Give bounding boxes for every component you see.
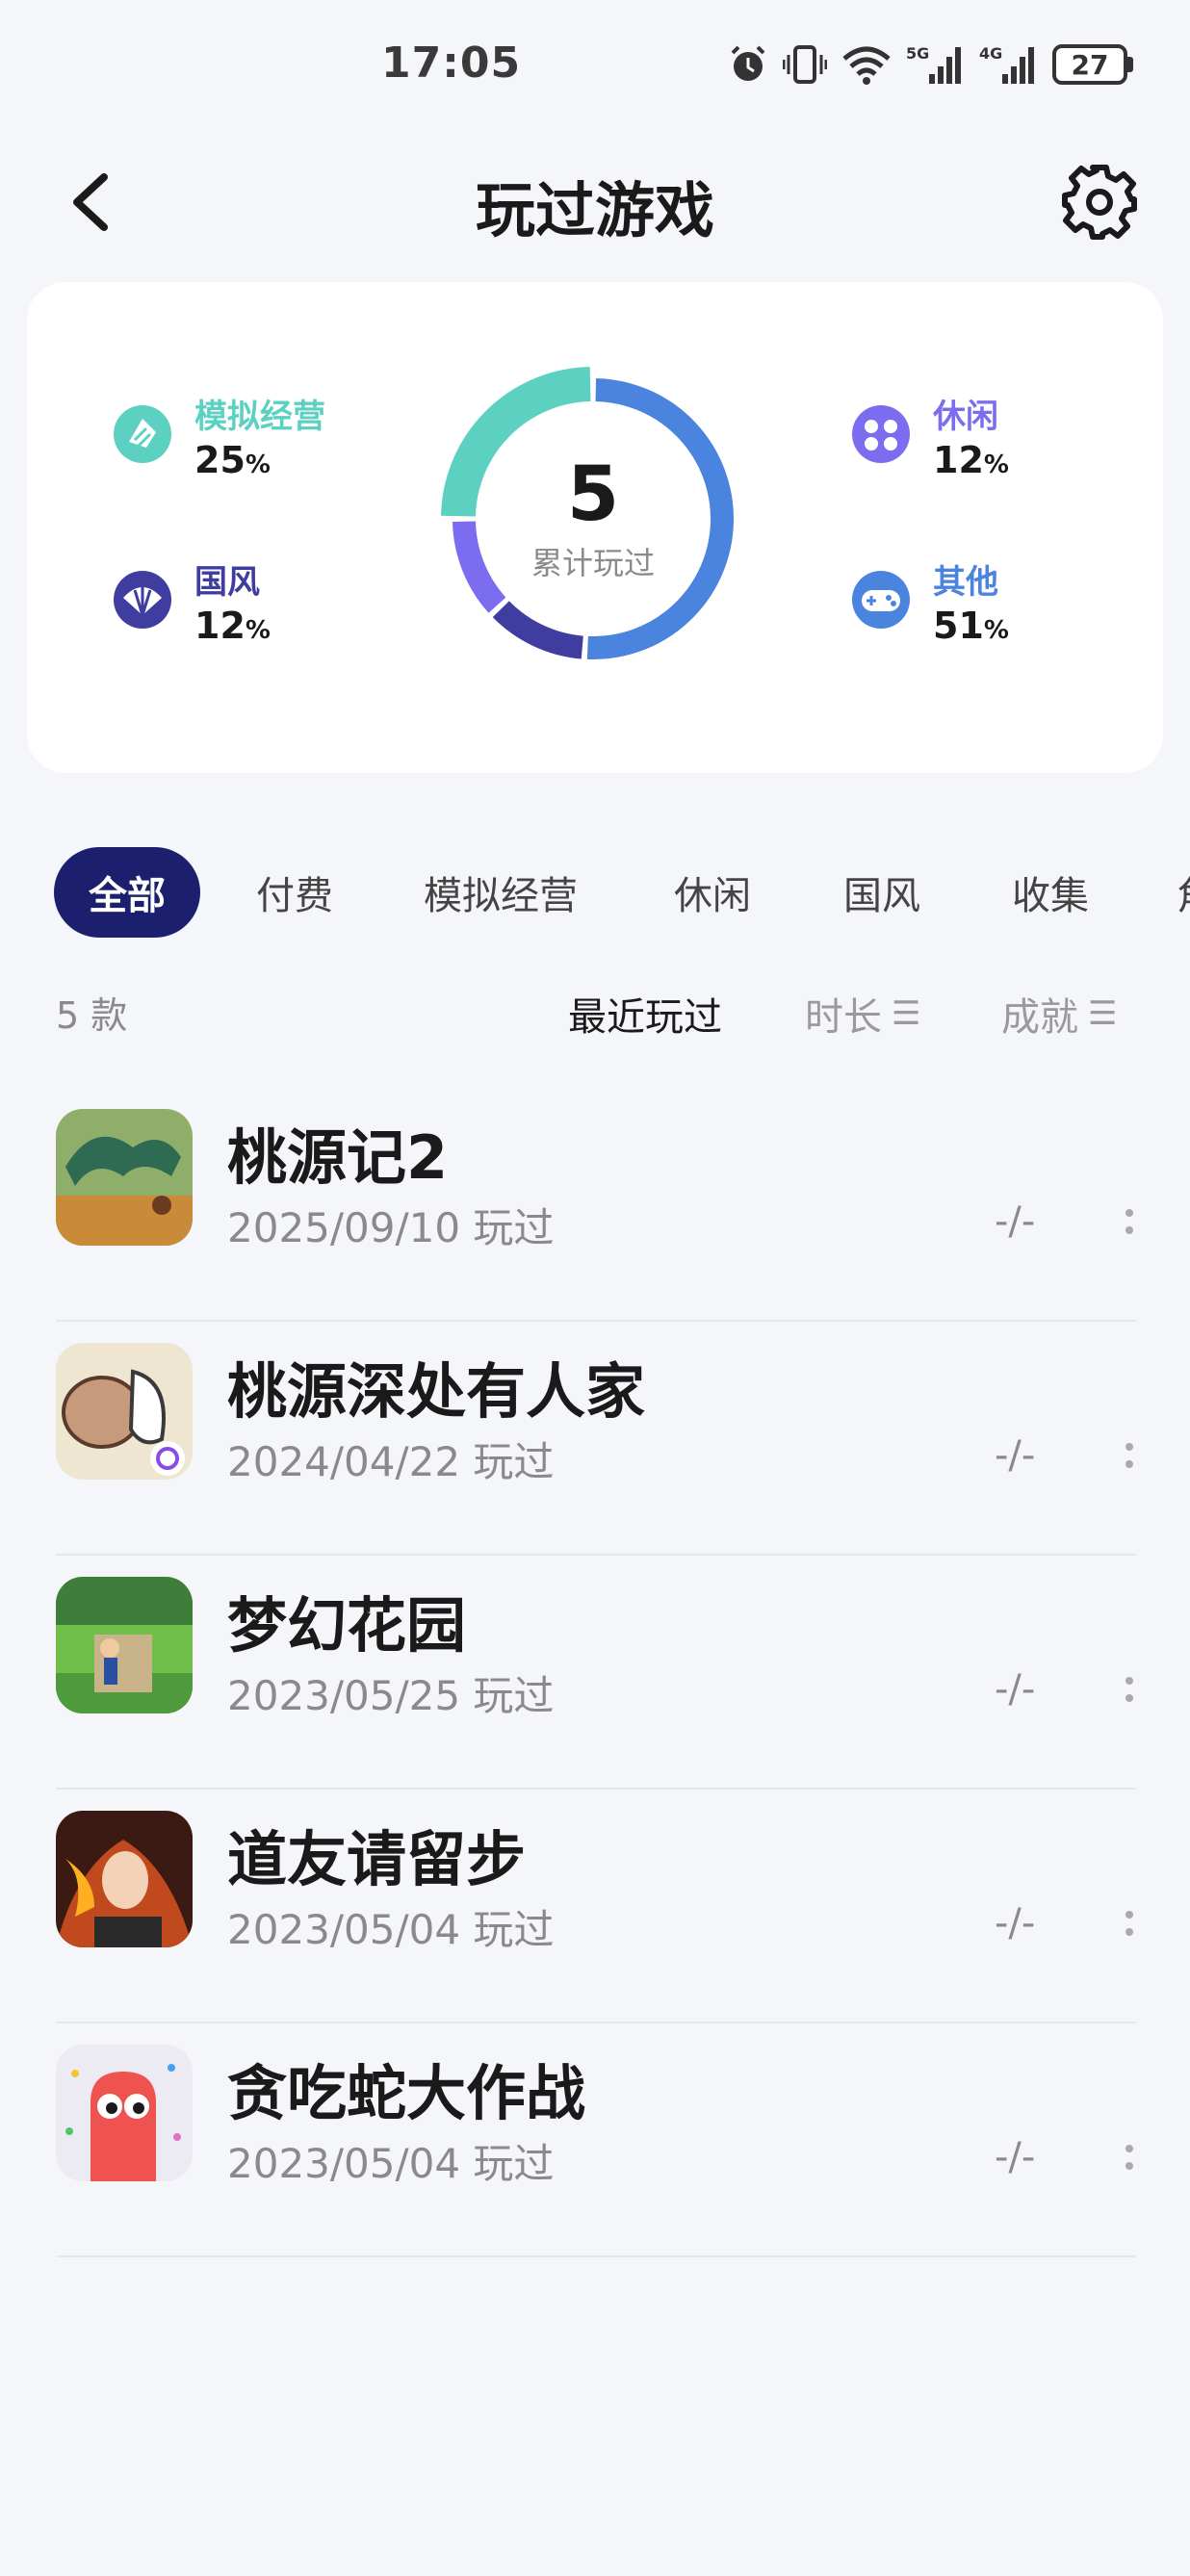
game-name: 梦幻花园: [227, 1590, 467, 1661]
sort-icon: ☰: [892, 994, 921, 1033]
sort-duration[interactable]: 时长 ☰: [805, 986, 920, 1042]
more-icon[interactable]: [1123, 1907, 1136, 1945]
category-label: 模拟经营: [194, 398, 325, 436]
game-date: 2025/09/10 玩过: [227, 1204, 555, 1251]
sort-recent[interactable]: 最近玩过: [568, 986, 722, 1042]
header: 玩过游戏: [0, 135, 1190, 270]
game-row[interactable]: 桃源深处有人家 2024/04/22 玩过 -/-: [56, 1322, 1136, 1556]
game-row[interactable]: 桃源记2 2025/09/10 玩过 -/-: [56, 1088, 1136, 1322]
wifi-icon: [842, 46, 891, 85]
more-icon[interactable]: [1123, 1673, 1136, 1712]
fan-icon: [114, 571, 171, 629]
total-label: 累计玩过: [530, 545, 655, 581]
tab-all[interactable]: 全部: [54, 847, 200, 938]
battery-indicator: 27: [1052, 44, 1133, 85]
game-name: 桃源记2: [227, 1122, 449, 1193]
game-icon-menghuanhuayuan: [56, 1577, 193, 1713]
sort-icon: ☰: [1088, 994, 1118, 1033]
sort-achievement[interactable]: 成就 ☰: [1001, 986, 1117, 1042]
category-label: 休闲: [933, 398, 998, 436]
game-duration: -/-: [995, 1667, 1036, 1712]
tab-simulation[interactable]: 模拟经营: [424, 847, 578, 938]
more-icon[interactable]: [1123, 2141, 1136, 2179]
game-row[interactable]: 贪吃蛇大作战 2023/05/04 玩过 -/-: [56, 2023, 1136, 2257]
status-time: 17:05: [381, 39, 522, 88]
game-duration: -/-: [995, 1901, 1036, 1945]
signal-5g-icon: 5G: [906, 44, 961, 84]
battery-level: 27: [1052, 44, 1127, 85]
dice-icon: [852, 405, 910, 463]
game-date: 2023/05/04 玩过: [227, 1906, 555, 1953]
settings-button[interactable]: [1059, 162, 1140, 243]
tab-guofeng[interactable]: 国风: [843, 847, 920, 938]
status-bar: 17:05 5G 4G 27: [0, 0, 1190, 135]
category-other[interactable]: 其他 51%: [850, 561, 1009, 653]
category-label: 国风: [194, 563, 260, 602]
category-simulation[interactable]: 模拟经营 25%: [112, 396, 325, 487]
category-guofeng[interactable]: 国风 12%: [112, 561, 271, 653]
more-icon[interactable]: [1123, 1205, 1136, 1244]
vibrate-icon: [783, 45, 827, 84]
category-value: 12%: [933, 439, 1009, 481]
game-name: 桃源深处有人家: [227, 1356, 646, 1427]
tab-paid[interactable]: 付费: [256, 847, 333, 938]
category-value: 25%: [194, 439, 271, 481]
game-count: 5 款: [56, 994, 128, 1037]
game-row[interactable]: 道友请留步 2023/05/04 玩过 -/-: [56, 1790, 1136, 2023]
total-count: 5: [566, 451, 620, 538]
game-date: 2024/04/22 玩过: [227, 1438, 555, 1485]
gamepad-icon: [852, 571, 910, 629]
stats-card: 模拟经营 25% 国风 12% 休闲 12% 其他 51% 5 累计玩过: [27, 282, 1163, 773]
game-icon-taoyuanji2: [56, 1109, 193, 1246]
game-icon-daoyouqingliubu: [56, 1811, 193, 1947]
net1-label: 5G: [906, 44, 929, 63]
category-label: 其他: [933, 563, 998, 602]
leaf-icon: [114, 405, 171, 463]
status-icons: 5G 4G 27: [727, 40, 1133, 89]
game-row[interactable]: 梦幻花园 2023/05/25 玩过 -/-: [56, 1556, 1136, 1790]
game-date: 2023/05/25 玩过: [227, 1672, 555, 1719]
game-icon-taoyuanshenchu: [56, 1343, 193, 1480]
game-name: 道友请留步: [227, 1824, 527, 1894]
category-value: 12%: [194, 605, 271, 647]
game-name: 贪吃蛇大作战: [227, 2058, 586, 2128]
game-duration: -/-: [995, 1433, 1036, 1478]
more-icon[interactable]: [1123, 1439, 1136, 1478]
alarm-icon: [731, 45, 765, 81]
tab-partial[interactable]: 角: [1177, 847, 1190, 938]
net2-label: 4G: [979, 44, 1002, 63]
game-icon-tanchishe: [56, 2045, 193, 2181]
category-value: 51%: [933, 605, 1009, 647]
tab-collection[interactable]: 收集: [1012, 847, 1089, 938]
sort-row: 5 款 最近玩过 时长 ☰ 成就 ☰: [0, 972, 1190, 1049]
donut-center: 5 累计玩过: [420, 346, 766, 692]
page-title: 玩过游戏: [475, 175, 714, 245]
gear-icon: [1062, 165, 1137, 240]
signal-4g-icon: 4G: [979, 44, 1034, 84]
category-casual[interactable]: 休闲 12%: [850, 396, 1009, 487]
game-duration: -/-: [995, 2135, 1036, 2179]
game-date: 2023/05/04 玩过: [227, 2140, 555, 2187]
game-duration: -/-: [995, 1199, 1036, 1244]
game-list: 桃源记2 2025/09/10 玩过 -/- 桃源深处有人家 2024/04/2…: [56, 1088, 1136, 2257]
category-tabs: 全部 付费 模拟经营 休闲 国风 收集 角: [0, 847, 1190, 943]
tab-casual[interactable]: 休闲: [674, 847, 751, 938]
